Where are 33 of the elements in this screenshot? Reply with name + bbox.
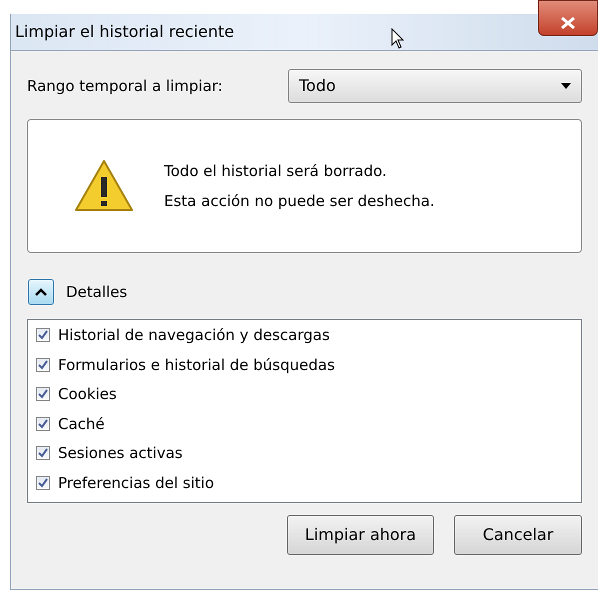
window-title: Limpiar el historial reciente (15, 21, 234, 43)
dropdown-arrow-icon (561, 83, 571, 89)
check-icon (38, 478, 48, 488)
warning-icon (74, 159, 134, 213)
checkbox[interactable] (36, 387, 50, 402)
checkbox[interactable] (36, 358, 50, 372)
checkbox[interactable] (36, 416, 50, 431)
item-label: Preferencias del sitio (58, 472, 214, 494)
item-label: Formularios e historial de búsquedas (58, 354, 335, 376)
item-label: Sesiones activas (58, 443, 183, 464)
check-icon (38, 360, 48, 370)
check-icon (38, 448, 48, 458)
checkbox[interactable] (36, 446, 50, 460)
item-label: Cookies (58, 384, 117, 405)
details-label: Detalles (66, 282, 128, 303)
cancel-button[interactable]: Cancelar (454, 515, 582, 555)
clear-now-button[interactable]: Limpiar ahora (287, 515, 434, 555)
close-icon (560, 17, 576, 29)
range-dropdown[interactable]: Todo (288, 69, 582, 103)
check-icon (38, 330, 48, 340)
warning-text: Todo el historial será borrado. (164, 160, 388, 182)
close-button[interactable] (538, 0, 598, 36)
chevron-up-icon (35, 288, 47, 296)
item-label: Caché (58, 414, 105, 434)
details-toggle-button[interactable] (28, 279, 54, 305)
check-icon (38, 418, 48, 429)
check-icon (38, 389, 48, 400)
warning-text: Esta acción no puede ser deshecha. (164, 191, 435, 212)
item-label: Historial de navegación y descargas (58, 325, 330, 346)
mouse-cursor-icon (391, 28, 405, 50)
range-label: Rango temporal a limpiar: (27, 76, 224, 97)
checkbox[interactable] (36, 328, 50, 342)
checkbox[interactable] (36, 476, 50, 490)
